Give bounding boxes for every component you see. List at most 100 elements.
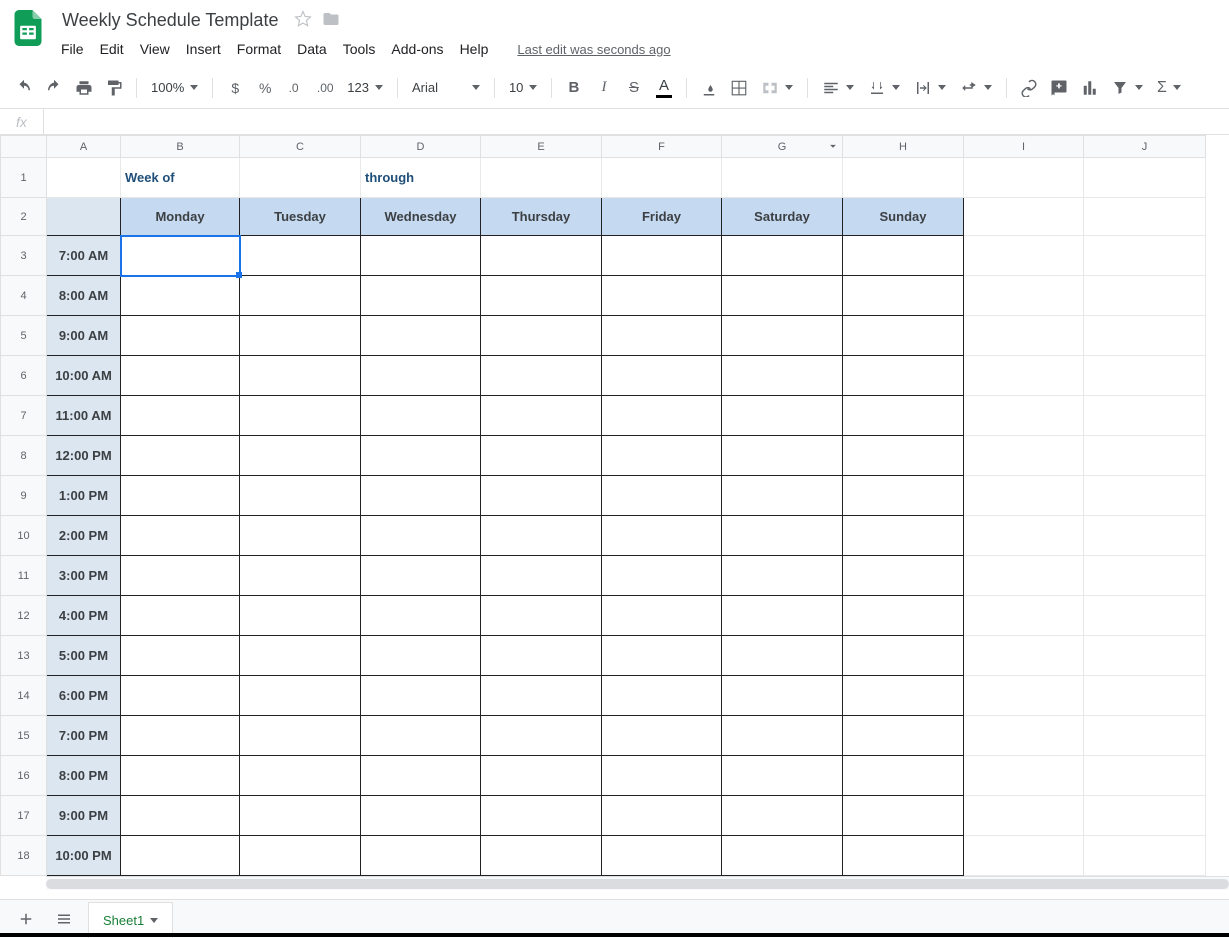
cell-I1[interactable] — [964, 158, 1084, 198]
row-header-15[interactable]: 15 — [1, 716, 47, 756]
cell-F4[interactable] — [602, 276, 722, 316]
last-edit-link[interactable]: Last edit was seconds ago — [517, 42, 670, 57]
row-header-9[interactable]: 9 — [1, 476, 47, 516]
col-header-I[interactable]: I — [964, 136, 1084, 158]
row-header-16[interactable]: 16 — [1, 756, 47, 796]
cell-A11[interactable]: 3:00 PM — [47, 556, 121, 596]
menu-file[interactable]: File — [54, 37, 91, 61]
cell-H17[interactable] — [843, 796, 964, 836]
menu-format[interactable]: Format — [230, 37, 288, 61]
cell-H4[interactable] — [843, 276, 964, 316]
cell-B12[interactable] — [121, 596, 240, 636]
cell-I8[interactable] — [964, 436, 1084, 476]
cell-B9[interactable] — [121, 476, 240, 516]
cell-day-saturday[interactable]: Saturday — [722, 198, 843, 236]
cell-A2[interactable] — [47, 198, 121, 236]
format-currency-button[interactable]: $ — [221, 74, 249, 102]
menu-addons[interactable]: Add-ons — [384, 37, 450, 61]
cell-J15[interactable] — [1084, 716, 1206, 756]
cell-D3[interactable] — [361, 236, 481, 276]
col-header-H[interactable]: H — [843, 136, 964, 158]
cell-C1[interactable] — [240, 158, 361, 198]
cell-C13[interactable] — [240, 636, 361, 676]
col-header-B[interactable]: B — [121, 136, 240, 158]
cell-A13[interactable]: 5:00 PM — [47, 636, 121, 676]
cell-J13[interactable] — [1084, 636, 1206, 676]
cell-D13[interactable] — [361, 636, 481, 676]
folder-icon[interactable] — [322, 10, 340, 31]
undo-button[interactable] — [10, 74, 38, 102]
cell-D6[interactable] — [361, 356, 481, 396]
cell-E16[interactable] — [481, 756, 602, 796]
cell-B13[interactable] — [121, 636, 240, 676]
cell-E1[interactable] — [481, 158, 602, 198]
cell-E4[interactable] — [481, 276, 602, 316]
cell-E3[interactable] — [481, 236, 602, 276]
increase-decimal-button[interactable]: .00 — [311, 74, 339, 102]
cell-A7[interactable]: 11:00 AM — [47, 396, 121, 436]
cell-A12[interactable]: 4:00 PM — [47, 596, 121, 636]
font-size-combo[interactable]: 10 — [503, 76, 543, 100]
cell-G3[interactable] — [722, 236, 843, 276]
cell-H10[interactable] — [843, 516, 964, 556]
cell-D7[interactable] — [361, 396, 481, 436]
font-combo[interactable]: Arial — [406, 76, 486, 100]
cell-J17[interactable] — [1084, 796, 1206, 836]
cell-A16[interactable]: 8:00 PM — [47, 756, 121, 796]
cell-F1[interactable] — [602, 158, 722, 198]
cell-F15[interactable] — [602, 716, 722, 756]
cell-day-friday[interactable]: Friday — [602, 198, 722, 236]
cell-E8[interactable] — [481, 436, 602, 476]
cell-B17[interactable] — [121, 796, 240, 836]
cell-H9[interactable] — [843, 476, 964, 516]
horizontal-scrollbar[interactable] — [46, 876, 1229, 890]
cell-G7[interactable] — [722, 396, 843, 436]
cell-H12[interactable] — [843, 596, 964, 636]
cell-F18[interactable] — [602, 836, 722, 876]
cell-C17[interactable] — [240, 796, 361, 836]
cell-A10[interactable]: 2:00 PM — [47, 516, 121, 556]
menu-data[interactable]: Data — [290, 37, 334, 61]
cell-H7[interactable] — [843, 396, 964, 436]
cell-G10[interactable] — [722, 516, 843, 556]
cell-I11[interactable] — [964, 556, 1084, 596]
cell-F3[interactable] — [602, 236, 722, 276]
cell-F17[interactable] — [602, 796, 722, 836]
bold-button[interactable]: B — [560, 74, 588, 102]
cell-F11[interactable] — [602, 556, 722, 596]
cell-D4[interactable] — [361, 276, 481, 316]
cell-day-sunday[interactable]: Sunday — [843, 198, 964, 236]
cell-J7[interactable] — [1084, 396, 1206, 436]
cell-E13[interactable] — [481, 636, 602, 676]
col-header-C[interactable]: C — [240, 136, 361, 158]
format-percent-button[interactable]: % — [251, 74, 279, 102]
row-header-10[interactable]: 10 — [1, 516, 47, 556]
cell-B8[interactable] — [121, 436, 240, 476]
cell-B6[interactable] — [121, 356, 240, 396]
all-sheets-button[interactable] — [50, 905, 78, 933]
cell-C11[interactable] — [240, 556, 361, 596]
cell-C18[interactable] — [240, 836, 361, 876]
cell-B16[interactable] — [121, 756, 240, 796]
row-header-12[interactable]: 12 — [1, 596, 47, 636]
menu-view[interactable]: View — [133, 37, 177, 61]
row-header-2[interactable]: 2 — [1, 198, 47, 236]
merge-cells-button[interactable] — [755, 76, 799, 100]
cell-day-wednesday[interactable]: Wednesday — [361, 198, 481, 236]
cell-day-tuesday[interactable]: Tuesday — [240, 198, 361, 236]
h-align-button[interactable] — [816, 76, 860, 100]
cell-F7[interactable] — [602, 396, 722, 436]
cell-E17[interactable] — [481, 796, 602, 836]
cell-G18[interactable] — [722, 836, 843, 876]
cell-C4[interactable] — [240, 276, 361, 316]
cell-G6[interactable] — [722, 356, 843, 396]
italic-button[interactable]: I — [590, 74, 618, 102]
cell-G17[interactable] — [722, 796, 843, 836]
cell-J18[interactable] — [1084, 836, 1206, 876]
cell-G4[interactable] — [722, 276, 843, 316]
menu-edit[interactable]: Edit — [93, 37, 131, 61]
cell-A4[interactable]: 8:00 AM — [47, 276, 121, 316]
cell-B18[interactable] — [121, 836, 240, 876]
cell-D5[interactable] — [361, 316, 481, 356]
cell-F13[interactable] — [602, 636, 722, 676]
